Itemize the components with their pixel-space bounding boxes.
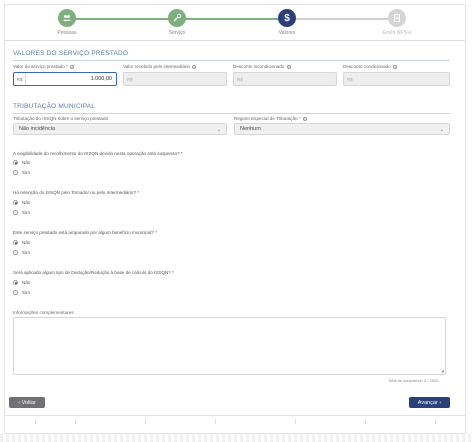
radio-label: Sim bbox=[22, 170, 30, 175]
radio-label: Não bbox=[22, 240, 31, 245]
dollar-icon: $ bbox=[278, 9, 296, 27]
radio-retencao-nao[interactable]: Não bbox=[13, 200, 30, 205]
step-label: Pessoas bbox=[57, 30, 77, 36]
info-icon[interactable]: i bbox=[286, 64, 291, 69]
back-button[interactable]: ‹ Voltar bbox=[9, 397, 45, 408]
desconto-condicionado-input[interactable]: R$ bbox=[343, 72, 450, 86]
info-complementares-textarea[interactable]: ◢ bbox=[13, 317, 446, 375]
currency-prefix: R$ bbox=[127, 76, 133, 82]
valor-servico-input[interactable]: R$ 1.000,00 bbox=[13, 72, 117, 86]
footer-cutoff bbox=[5, 419, 465, 425]
resize-handle-icon[interactable]: ◢ bbox=[441, 368, 444, 373]
form-frame: Pessoas Serviço $ Valores Emitir NFS-e V… bbox=[4, 4, 466, 434]
radio-dot bbox=[13, 250, 18, 255]
label-text: Regime Especial de Tributação * bbox=[234, 116, 301, 121]
wizard-stepper: Pessoas Serviço $ Valores Emitir NFS-e bbox=[5, 5, 465, 41]
question-deducao: Será aplicado algum tipo de Dedução/Redu… bbox=[13, 270, 174, 275]
radio-dot bbox=[13, 240, 18, 245]
step-label: Emitir NFS-e bbox=[382, 30, 412, 36]
radio-dot bbox=[13, 290, 18, 295]
step-label: Serviço bbox=[168, 30, 186, 36]
label-text: Desconto condicionado bbox=[343, 64, 391, 69]
radio-deducao-sim[interactable]: Sim bbox=[13, 290, 30, 295]
label-desconto-incondicionado: Desconto incondicionado i bbox=[233, 64, 291, 69]
radio-dot bbox=[13, 210, 18, 215]
step-emitir[interactable]: Emitir NFS-e bbox=[367, 9, 427, 36]
label-text: Desconto incondicionado bbox=[233, 64, 285, 69]
section-divider bbox=[13, 60, 450, 61]
label-tributacao-issqn: Tributação do ISSQN sobre o serviço pres… bbox=[13, 116, 109, 121]
radio-exigibilidade-nao[interactable]: Não bbox=[13, 160, 30, 165]
currency-prefix: R$ bbox=[237, 76, 243, 82]
people-icon bbox=[58, 9, 76, 27]
radio-retencao-sim[interactable]: Sim bbox=[13, 210, 30, 215]
desconto-incondicionado-input[interactable]: R$ bbox=[233, 72, 337, 86]
document-icon bbox=[388, 9, 406, 27]
question-exigibilidade: A exigibilidade do recolhimento do ISSQN… bbox=[13, 151, 183, 156]
section-divider bbox=[13, 113, 450, 114]
radio-dot bbox=[13, 280, 18, 285]
section-title-tributacao: TRIBUTAÇÃO MUNICIPAL bbox=[13, 103, 96, 110]
info-icon[interactable]: i bbox=[192, 64, 197, 69]
label-text: Valor do serviço prestado * bbox=[13, 64, 68, 69]
step-label: Valores bbox=[278, 30, 296, 36]
radio-label: Sim bbox=[22, 210, 30, 215]
label-valor-intermediario: Valor recebido pelo intermediário i bbox=[123, 64, 197, 69]
currency-prefix: R$ bbox=[14, 73, 26, 85]
info-icon[interactable]: i bbox=[70, 64, 75, 69]
radio-beneficio-sim[interactable]: Sim bbox=[13, 250, 30, 255]
label-info-complementares: Informações complementares bbox=[13, 310, 74, 315]
regime-especial-select[interactable]: Nenhum ⌄ bbox=[234, 123, 450, 135]
radio-dot bbox=[13, 160, 18, 165]
label-regime-especial: Regime Especial de Tributação * i bbox=[234, 116, 307, 121]
radio-beneficio-nao[interactable]: Não bbox=[13, 240, 30, 245]
radio-label: Sim bbox=[22, 290, 30, 295]
valor-intermediario-input[interactable]: R$ bbox=[123, 72, 227, 86]
radio-dot bbox=[13, 200, 18, 205]
question-retencao: Há retenção do ISSQN pelo Tomador ou pel… bbox=[13, 190, 140, 195]
info-icon[interactable]: i bbox=[393, 64, 398, 69]
label-desconto-condicionado: Desconto condicionado i bbox=[343, 64, 398, 69]
footer-divider bbox=[5, 415, 465, 416]
step-pessoas[interactable]: Pessoas bbox=[37, 9, 97, 36]
label-text: Valor recebido pelo intermediário bbox=[123, 64, 191, 69]
input-value: 1.000,00 bbox=[90, 76, 112, 82]
section-title-valores: VALORES DO SERVIÇO PRESTADO bbox=[13, 50, 129, 57]
next-button[interactable]: Avançar › bbox=[409, 397, 450, 408]
radio-label: Não bbox=[22, 280, 31, 285]
tributacao-issqn-select[interactable]: Não incidência ⌄ bbox=[13, 123, 227, 135]
select-value: Não incidência bbox=[19, 126, 56, 132]
select-value: Nenhum bbox=[240, 126, 261, 132]
character-counter: Total de caracteres: 0 / 2000 bbox=[388, 378, 439, 383]
radio-deducao-nao[interactable]: Não bbox=[13, 280, 30, 285]
torn-edge bbox=[0, 434, 474, 442]
radio-dot bbox=[13, 170, 18, 175]
info-icon[interactable]: i bbox=[302, 116, 307, 121]
radio-exigibilidade-sim[interactable]: Sim bbox=[13, 170, 30, 175]
radio-label: Não bbox=[22, 160, 31, 165]
chevron-down-icon: ⌄ bbox=[216, 127, 221, 133]
step-valores[interactable]: $ Valores bbox=[257, 9, 317, 36]
label-valor-servico: Valor do serviço prestado * i bbox=[13, 64, 75, 69]
step-servico[interactable]: Serviço bbox=[147, 9, 207, 36]
question-beneficio: Este serviço prestado está amparado por … bbox=[13, 230, 158, 235]
wrench-icon bbox=[168, 9, 186, 27]
currency-prefix: R$ bbox=[347, 76, 353, 82]
chevron-down-icon: ⌄ bbox=[439, 127, 444, 133]
radio-label: Não bbox=[22, 200, 31, 205]
radio-label: Sim bbox=[22, 250, 30, 255]
